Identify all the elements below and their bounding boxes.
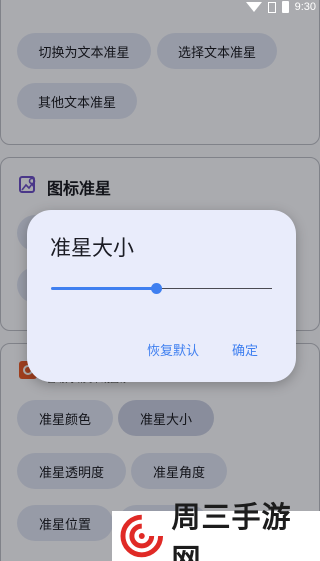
- sim-icon: [267, 1, 276, 13]
- dialog-title: 准星大小: [50, 236, 134, 260]
- slider-track-active[interactable]: [51, 287, 157, 290]
- battery-icon: [281, 1, 289, 13]
- watermark-logo-icon: [120, 514, 164, 558]
- status-time: 9:30: [294, 1, 316, 13]
- reset-default-button[interactable]: 恢复默认: [147, 340, 199, 359]
- watermark-text: 周三手游网: [171, 500, 292, 561]
- crosshair-size-dialog: 准星大小 恢复默认 确定: [27, 210, 296, 382]
- watermark: 周三手游网: [112, 500, 320, 561]
- slider-track-inactive[interactable]: [157, 288, 272, 289]
- confirm-button[interactable]: 确定: [232, 340, 258, 359]
- status-bar: 9:30: [0, 0, 320, 14]
- wifi-icon: [245, 2, 262, 12]
- size-slider-thumb[interactable]: [151, 283, 162, 294]
